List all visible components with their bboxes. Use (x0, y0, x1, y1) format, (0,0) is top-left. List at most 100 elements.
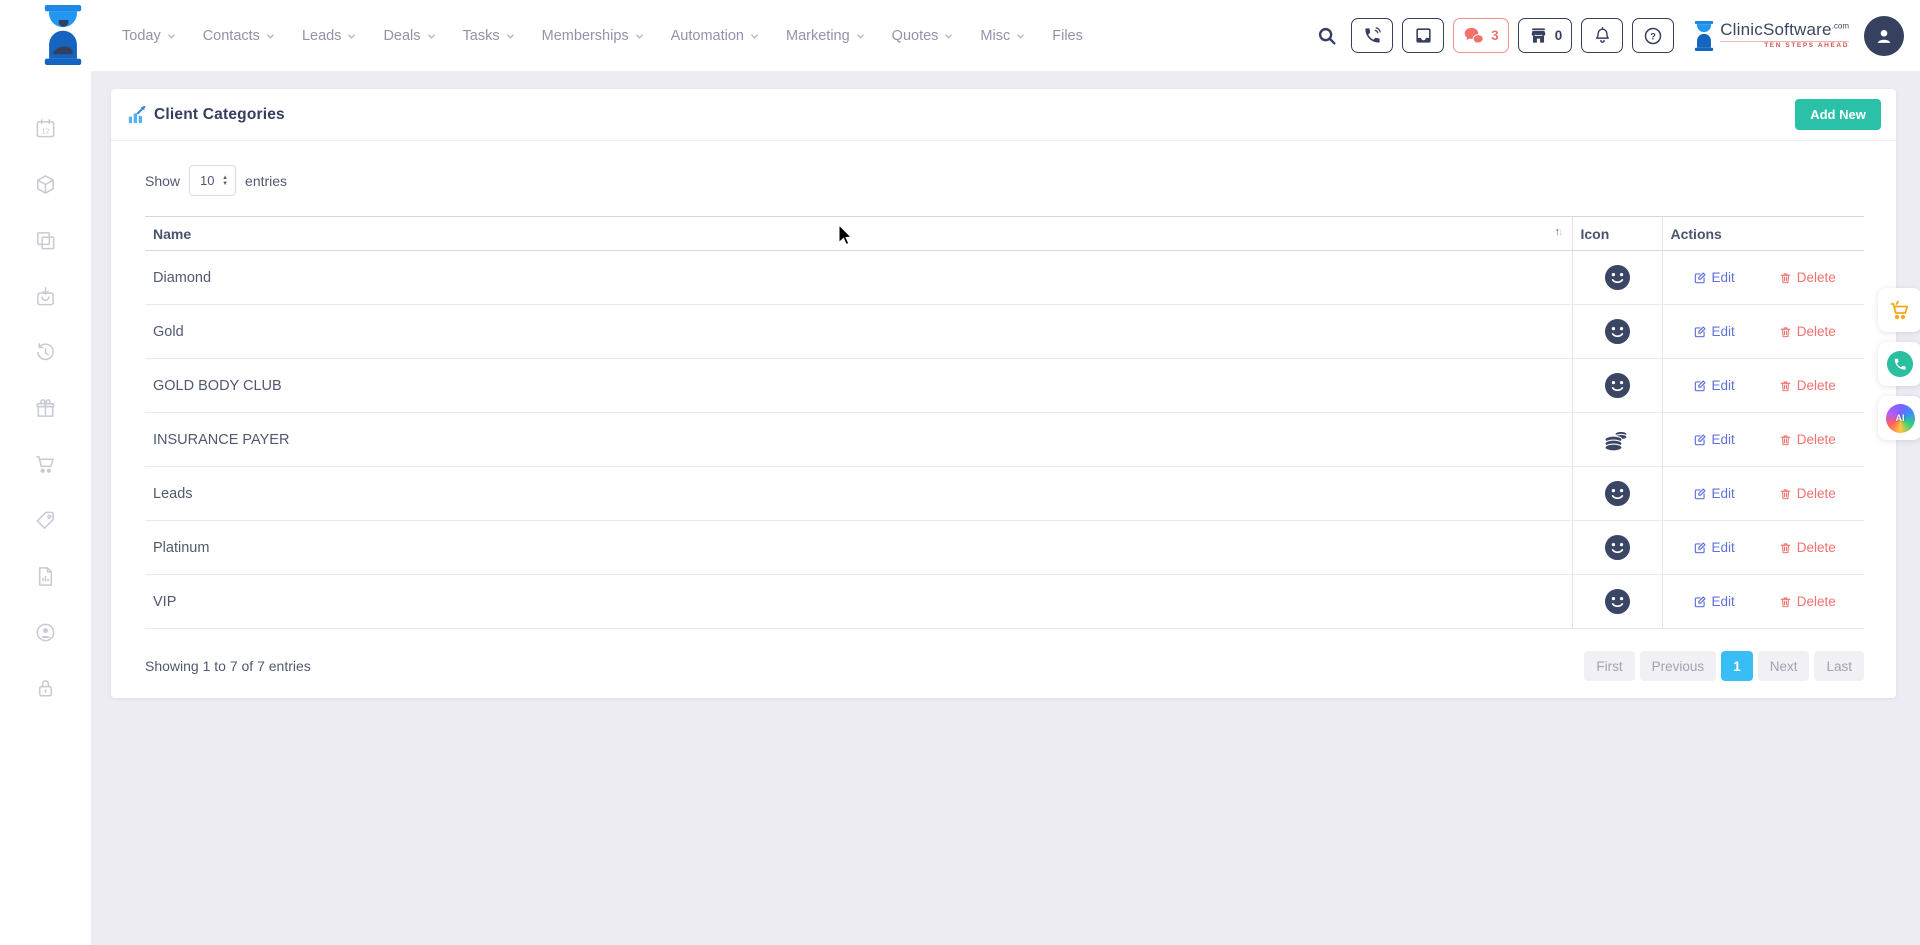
page-title: Client Categories (154, 106, 285, 124)
cart-icon[interactable] (34, 453, 57, 476)
nav-item-deals[interactable]: Deals (383, 28, 435, 44)
nav-item-memberships[interactable]: Memberships (542, 28, 644, 44)
store-icon (1528, 26, 1549, 45)
chevron-down-icon (347, 32, 356, 41)
edit-link[interactable]: Edit (1693, 594, 1735, 609)
trash-icon (1779, 595, 1792, 609)
topbar-actions: 3 0 ? (1312, 0, 1904, 71)
stepper-arrows-icon: ▲▼ (222, 175, 228, 187)
edit-icon (1693, 595, 1707, 609)
nav-item-automation[interactable]: Automation (671, 28, 759, 44)
phone-button[interactable] (1351, 18, 1393, 53)
price-tag-icon[interactable] (34, 509, 57, 532)
copy-icon[interactable] (34, 229, 57, 252)
delete-link[interactable]: Delete (1779, 324, 1836, 339)
chevron-down-icon (427, 32, 436, 41)
trash-icon (1779, 325, 1792, 339)
card-header: Client Categories Add New (111, 89, 1896, 141)
store-count-badge: 0 (1555, 28, 1563, 43)
bell-icon (1593, 26, 1612, 45)
entries-label: entries (245, 173, 287, 189)
cart-float-button[interactable] (1878, 288, 1920, 332)
clinicsoftware-logo-icon[interactable] (38, 5, 88, 65)
pagination-1[interactable]: 1 (1721, 651, 1753, 681)
nav-item-tasks[interactable]: Tasks (463, 28, 515, 44)
chat-button[interactable]: 3 (1453, 18, 1509, 53)
chevron-down-icon (635, 32, 644, 41)
history-icon[interactable] (34, 341, 57, 364)
smiley-icon (1604, 372, 1631, 399)
nav-item-files[interactable]: Files (1052, 28, 1083, 44)
category-name: INSURANCE PAYER (145, 413, 1572, 467)
smiley-icon (1604, 588, 1631, 615)
edit-icon (1693, 379, 1707, 393)
category-name: Gold (145, 305, 1572, 359)
pagination-last[interactable]: Last (1814, 651, 1864, 681)
edit-link[interactable]: Edit (1693, 270, 1735, 285)
delete-link[interactable]: Delete (1779, 378, 1836, 393)
edit-link[interactable]: Edit (1693, 432, 1735, 447)
nav-item-quotes[interactable]: Quotes (892, 28, 954, 44)
floating-buttons: AI (1878, 288, 1920, 440)
edit-icon (1693, 271, 1707, 285)
account-icon[interactable] (34, 621, 57, 644)
notifications-button[interactable] (1581, 18, 1623, 53)
entries-select[interactable]: 10 ▲▼ (189, 165, 236, 196)
trash-icon (1779, 487, 1792, 501)
column-header-actions: Actions (1662, 217, 1864, 251)
call-float-button[interactable] (1878, 342, 1920, 386)
delete-link[interactable]: Delete (1779, 540, 1836, 555)
trash-icon (1779, 433, 1792, 447)
nav-item-today[interactable]: Today (122, 28, 176, 44)
category-name: Diamond (145, 251, 1572, 305)
edit-link[interactable]: Edit (1693, 324, 1735, 339)
delete-link[interactable]: Delete (1779, 432, 1836, 447)
inbox-button[interactable] (1402, 18, 1444, 53)
add-new-button[interactable]: Add New (1795, 99, 1881, 130)
trash-icon (1779, 541, 1792, 555)
brand-tld: .com (1832, 22, 1849, 31)
delete-link[interactable]: Delete (1779, 270, 1836, 285)
table-row: VIP Edit (145, 575, 1864, 629)
ai-float-button[interactable]: AI (1878, 396, 1920, 440)
checkin-calendar-icon[interactable] (34, 285, 57, 308)
nav-item-leads[interactable]: Leads (302, 28, 357, 44)
lock-icon[interactable] (34, 677, 57, 700)
edit-link[interactable]: Edit (1693, 486, 1735, 501)
calendar-icon[interactable]: 12 (34, 117, 57, 140)
nav-item-marketing[interactable]: Marketing (786, 28, 865, 44)
chevron-down-icon (944, 32, 953, 41)
help-button[interactable]: ? (1632, 18, 1674, 53)
table-row: INSURANCE PAYER E (145, 413, 1864, 467)
smiley-icon (1604, 318, 1631, 345)
table-row: Leads Edit (145, 467, 1864, 521)
pagination-first[interactable]: First (1584, 651, 1634, 681)
client-categories-card: Client Categories Add New Show 10 ▲▼ ent… (111, 89, 1896, 698)
client-categories-table: Name ↑↓ Icon Actions Diamond (145, 216, 1864, 629)
table-length-control: Show 10 ▲▼ entries (145, 165, 1864, 196)
pagination-previous[interactable]: Previous (1640, 651, 1717, 681)
clinicsoftware-wordmark[interactable]: ClinicSoftware.com TEN STEPS AHEAD (1693, 21, 1849, 51)
edit-link[interactable]: Edit (1693, 378, 1735, 393)
gift-icon[interactable] (34, 397, 57, 420)
showing-entries-text: Showing 1 to 7 of 7 entries (145, 658, 311, 674)
smiley-icon (1604, 534, 1631, 561)
nav-item-contacts[interactable]: Contacts (203, 28, 275, 44)
store-button[interactable]: 0 (1518, 18, 1573, 53)
call-green-icon (1886, 350, 1914, 378)
nav-item-misc[interactable]: Misc (980, 28, 1025, 44)
ai-icon: AI (1886, 404, 1915, 433)
category-name: VIP (145, 575, 1572, 629)
pagination-next[interactable]: Next (1758, 651, 1810, 681)
delete-link[interactable]: Delete (1779, 486, 1836, 501)
brand-tagline: TEN STEPS AHEAD (1720, 41, 1849, 50)
edit-link[interactable]: Edit (1693, 540, 1735, 555)
user-avatar[interactable] (1864, 16, 1904, 56)
column-header-name[interactable]: Name ↑↓ (145, 217, 1572, 251)
search-icon[interactable] (1312, 25, 1342, 47)
package-icon[interactable] (34, 173, 57, 196)
report-icon[interactable] (34, 565, 57, 588)
trash-icon (1779, 379, 1792, 393)
delete-link[interactable]: Delete (1779, 594, 1836, 609)
smiley-icon (1604, 480, 1631, 507)
